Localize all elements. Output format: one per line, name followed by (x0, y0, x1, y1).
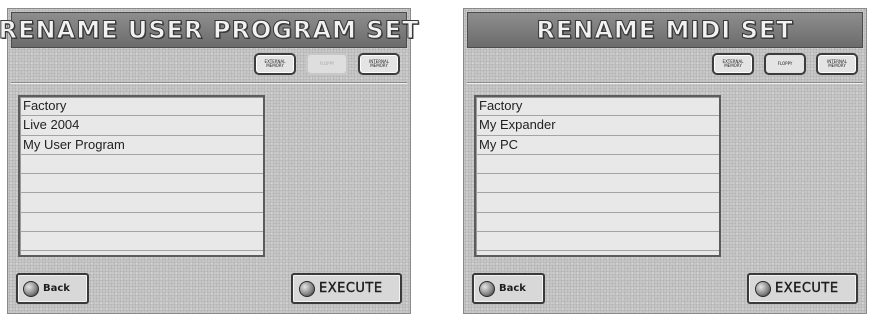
list-item[interactable] (476, 155, 719, 175)
list-item[interactable] (476, 213, 719, 233)
list-item[interactable]: Live 2004 (20, 116, 263, 136)
list-item[interactable] (20, 155, 263, 175)
tab-floppy[interactable]: FLOPPY (764, 53, 806, 75)
execute-button[interactable]: EXECUTE (747, 273, 858, 304)
memory-tabs: EXTERNAL MEMORY FLOPPY INTERNAL MEMORY (254, 49, 400, 79)
tab-label: FLOPPY (777, 61, 793, 66)
knob-icon (755, 280, 771, 297)
knob-icon (23, 280, 39, 297)
list-item[interactable] (476, 232, 719, 252)
back-label: Back (43, 283, 70, 294)
execute-label: EXECUTE (775, 281, 839, 296)
list-item[interactable] (20, 232, 263, 252)
tab-label: INTERNAL MEMORY (369, 59, 389, 68)
rename-midi-set-screen: RENAME MIDI SET EXTERNAL MEMORY FLOPPY I… (463, 8, 867, 314)
list-item[interactable]: Factory (20, 97, 263, 117)
rename-user-program-set-screen: RENAME USER PROGRAM SET EXTERNAL MEMORY … (0, 8, 419, 314)
execute-button[interactable]: EXECUTE (291, 273, 402, 304)
knob-icon (299, 280, 315, 297)
tab-label: EXTERNAL MEMORY (722, 59, 744, 68)
tab-external-memory[interactable]: EXTERNAL MEMORY (254, 53, 296, 75)
divider (11, 82, 407, 84)
back-label: Back (499, 283, 526, 294)
set-list[interactable]: Factory Live 2004 My User Program (18, 95, 265, 257)
list-item[interactable] (20, 174, 263, 194)
set-list[interactable]: Factory My Expander My PC (474, 95, 721, 257)
knob-icon (479, 280, 495, 297)
list-item[interactable] (20, 193, 263, 213)
memory-tabs: EXTERNAL MEMORY FLOPPY INTERNAL MEMORY (712, 49, 858, 79)
list-item[interactable]: My User Program (20, 136, 263, 155)
screen-title: RENAME MIDI SET (536, 16, 794, 45)
list-item[interactable] (20, 213, 263, 233)
screen-title: RENAME USER PROGRAM SET (0, 16, 420, 45)
list-item[interactable]: My PC (476, 136, 719, 155)
divider (467, 82, 863, 84)
tab-label: FLOPPY (319, 61, 335, 66)
tab-internal-memory[interactable]: INTERNAL MEMORY (816, 53, 858, 75)
list-item[interactable] (476, 174, 719, 194)
list-item[interactable] (476, 193, 719, 213)
back-button[interactable]: Back (16, 273, 89, 304)
back-button[interactable]: Back (472, 273, 545, 304)
title-bar: RENAME USER PROGRAM SET (0, 12, 419, 48)
title-bar: RENAME MIDI SET (467, 12, 863, 48)
execute-label: EXECUTE (319, 281, 383, 296)
tab-floppy[interactable]: FLOPPY (306, 53, 348, 75)
list-item[interactable]: Factory (476, 97, 719, 117)
tab-label: INTERNAL MEMORY (827, 59, 847, 68)
tab-external-memory[interactable]: EXTERNAL MEMORY (712, 53, 754, 75)
list-item[interactable]: My Expander (476, 116, 719, 136)
tab-internal-memory[interactable]: INTERNAL MEMORY (358, 53, 400, 75)
tab-label: EXTERNAL MEMORY (264, 59, 286, 68)
